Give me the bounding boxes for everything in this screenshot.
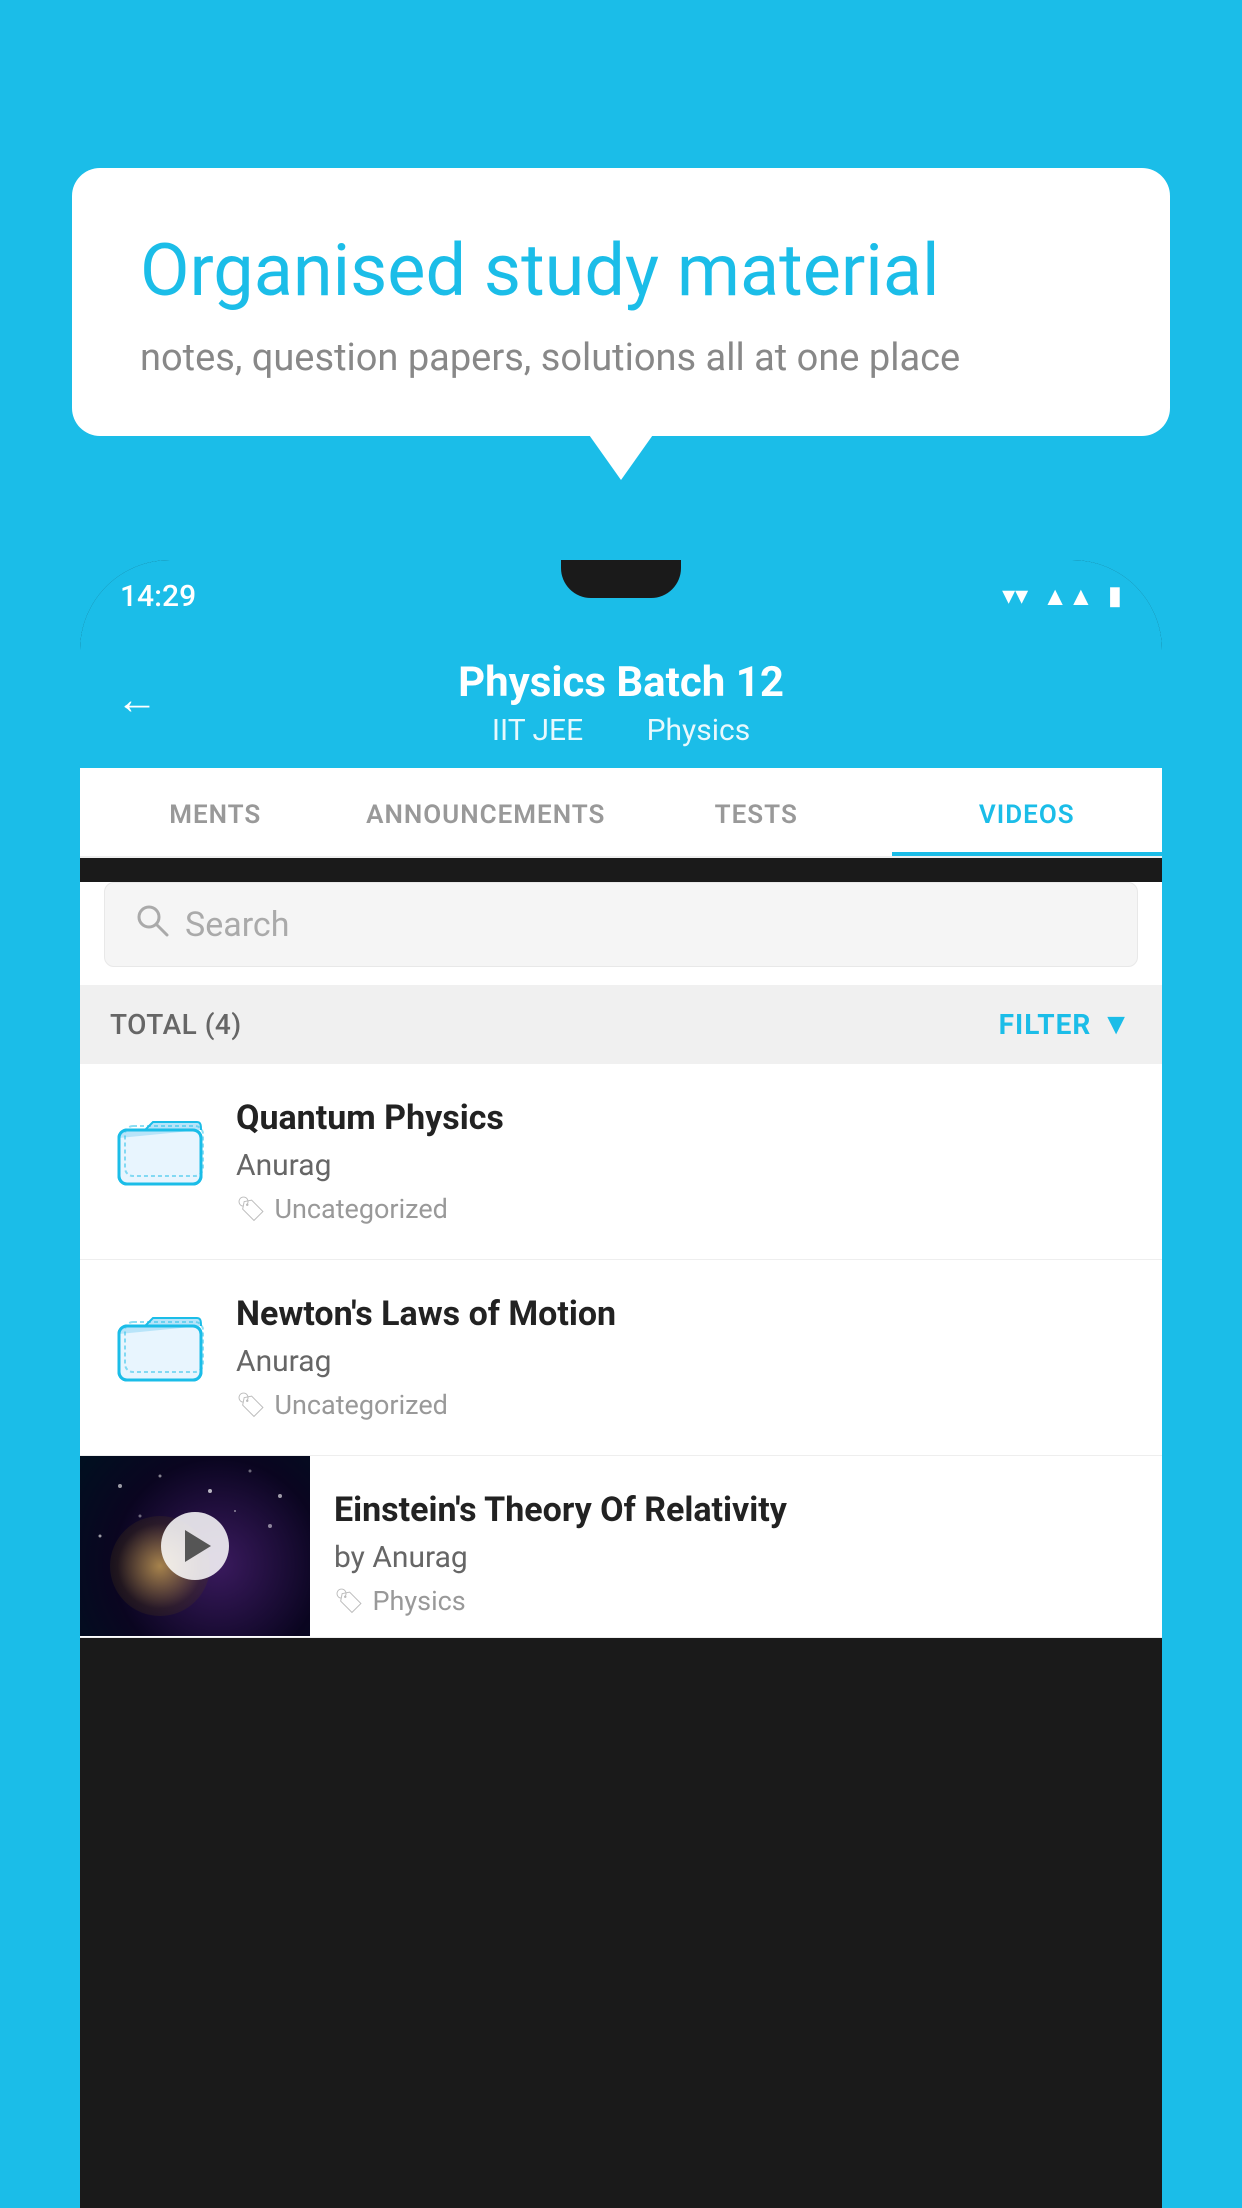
video-title: Newton's Laws of Motion xyxy=(236,1294,1132,1334)
app-header: ← Physics Batch 12 IIT JEE Physics xyxy=(80,632,1162,768)
tag-icon: 🏷 xyxy=(236,1391,266,1419)
tag-icon: 🏷 xyxy=(334,1587,364,1615)
subtitle-physics: Physics xyxy=(647,713,751,748)
video-info-einstein: Einstein's Theory Of Relativity by Anura… xyxy=(310,1456,1162,1637)
search-icon xyxy=(135,903,169,946)
tab-videos[interactable]: VIDEOS xyxy=(892,768,1163,856)
video-tag: 🏷 Physics xyxy=(334,1585,1138,1617)
video-info-newton: Newton's Laws of Motion Anurag 🏷 Uncateg… xyxy=(236,1294,1132,1421)
battery-icon: ▮ xyxy=(1108,581,1122,611)
filter-funnel-icon: ▼ xyxy=(1101,1007,1132,1042)
header-subtitle: IIT JEE Physics xyxy=(478,713,764,748)
back-button[interactable]: ← xyxy=(116,676,158,725)
tag-label: Physics xyxy=(372,1585,465,1617)
bubble-title: Organised study material xyxy=(140,228,1102,314)
list-item[interactable]: Einstein's Theory Of Relativity by Anura… xyxy=(80,1456,1162,1638)
play-button[interactable] xyxy=(161,1512,229,1580)
video-author: Anurag xyxy=(236,1344,1132,1379)
filter-row: TOTAL (4) FILTER ▼ xyxy=(80,985,1162,1064)
video-title: Einstein's Theory Of Relativity xyxy=(334,1490,1138,1530)
subtitle-iit: IIT JEE xyxy=(492,713,583,748)
search-placeholder: Search xyxy=(185,905,289,945)
header-title: Physics Batch 12 xyxy=(458,658,784,707)
folder-icon-quantum xyxy=(110,1098,210,1198)
wifi-icon: ▾▾ xyxy=(1002,581,1028,611)
search-bar[interactable]: Search xyxy=(104,882,1138,967)
tabs-bar: MENTS ANNOUNCEMENTS TESTS VIDEOS xyxy=(80,768,1162,858)
video-author: Anurag xyxy=(236,1148,1132,1183)
tab-announcements[interactable]: ANNOUNCEMENTS xyxy=(351,768,622,856)
video-info-quantum: Quantum Physics Anurag 🏷 Uncategorized xyxy=(236,1098,1132,1225)
total-label: TOTAL (4) xyxy=(110,1008,242,1041)
tag-label: Uncategorized xyxy=(274,1389,447,1421)
video-list: Quantum Physics Anurag 🏷 Uncategorized xyxy=(80,1064,1162,1638)
bubble-subtitle: notes, question papers, solutions all at… xyxy=(140,336,1102,380)
filter-label: FILTER xyxy=(999,1008,1092,1041)
filter-button[interactable]: FILTER ▼ xyxy=(999,1007,1132,1042)
phone-content: Search TOTAL (4) FILTER ▼ xyxy=(80,882,1162,1638)
status-bar: 14:29 ▾▾ ▲▲ ▮ xyxy=(80,560,1162,632)
status-icons: ▾▾ ▲▲ ▮ xyxy=(1002,581,1122,612)
video-tag: 🏷 Uncategorized xyxy=(236,1193,1132,1225)
video-title: Quantum Physics xyxy=(236,1098,1132,1138)
phone-frame: 14:29 ▾▾ ▲▲ ▮ ← Physics Batch 12 IIT JEE… xyxy=(80,560,1162,2208)
tab-ments[interactable]: MENTS xyxy=(80,768,351,856)
speech-bubble: Organised study material notes, question… xyxy=(72,168,1170,436)
video-author: by Anurag xyxy=(334,1540,1138,1575)
tag-label: Uncategorized xyxy=(274,1193,447,1225)
status-time: 14:29 xyxy=(120,579,196,614)
einstein-thumbnail xyxy=(80,1456,310,1636)
list-item[interactable]: Newton's Laws of Motion Anurag 🏷 Uncateg… xyxy=(80,1260,1162,1456)
tab-tests[interactable]: TESTS xyxy=(621,768,892,856)
folder-icon-newton xyxy=(110,1294,210,1394)
tag-icon: 🏷 xyxy=(236,1195,266,1223)
list-item[interactable]: Quantum Physics Anurag 🏷 Uncategorized xyxy=(80,1064,1162,1260)
play-icon xyxy=(185,1530,211,1562)
video-tag: 🏷 Uncategorized xyxy=(236,1389,1132,1421)
notch xyxy=(561,560,681,598)
signal-icon: ▲▲ xyxy=(1042,581,1093,612)
